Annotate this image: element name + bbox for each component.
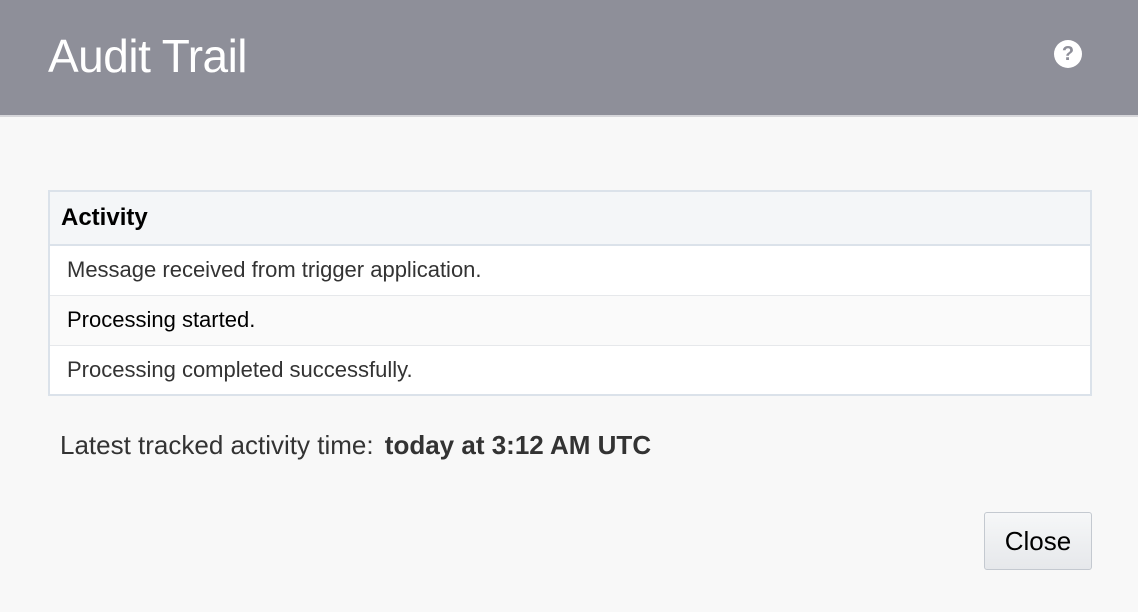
table-row: Message received from trigger applicatio…: [49, 245, 1091, 296]
column-header-activity: Activity: [49, 191, 1091, 246]
audit-trail-dialog: Audit Trail ? Activity Message received …: [0, 0, 1138, 612]
dialog-title: Audit Trail: [48, 30, 248, 82]
activity-cell: Message received from trigger applicatio…: [49, 245, 1091, 296]
table-row: Processing completed successfully.: [49, 345, 1091, 395]
close-button[interactable]: Close: [984, 512, 1092, 570]
latest-activity-line: Latest tracked activity time: today at 3…: [60, 428, 651, 462]
table-header-row: Activity: [49, 191, 1091, 246]
activity-cell: Processing started.: [49, 295, 1091, 346]
latest-activity-value: today at 3:12 AM UTC: [384, 430, 652, 460]
help-icon[interactable]: ?: [1054, 40, 1082, 68]
activity-cell: Processing completed successfully.: [67, 356, 413, 382]
table-row: Processing started.: [49, 295, 1091, 346]
dialog-header: Audit Trail ?: [0, 0, 1138, 117]
latest-activity-label: Latest tracked activity time:: [60, 430, 374, 460]
activity-table: Activity Message received from trigger a…: [48, 190, 1092, 396]
